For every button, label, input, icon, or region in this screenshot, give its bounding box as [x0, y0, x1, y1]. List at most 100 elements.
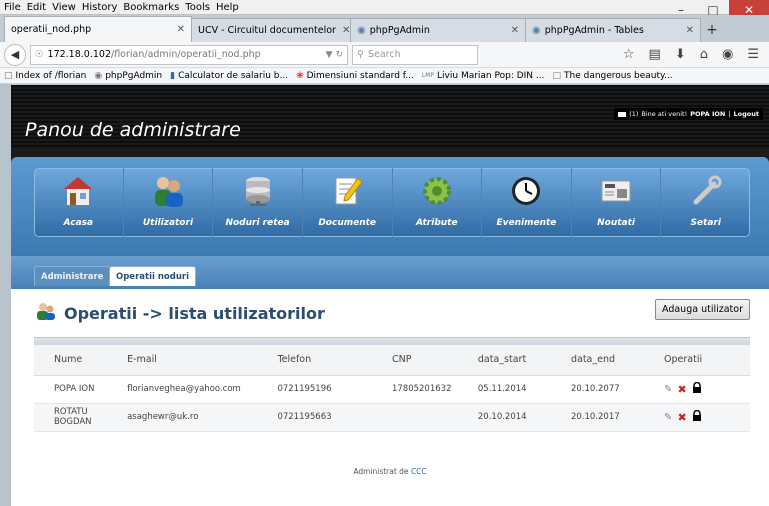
nav-item-atribute[interactable]: Atribute — [393, 168, 483, 237]
mail-icon[interactable] — [618, 111, 627, 117]
bookmark-item[interactable]: ▮ Calculator de salariu b... — [170, 71, 288, 81]
col-email[interactable]: E-mail — [127, 345, 278, 376]
logo-icon: ❀ — [296, 70, 304, 81]
cell-telefon: 0721195663 — [277, 403, 392, 432]
tab-phppgadmin[interactable]: ◉ phpPgAdmin ✕ — [350, 18, 526, 42]
main-menu: Acasa Utilizatori Noduri retea Documente… — [34, 168, 750, 237]
cell-nume: POPA ION — [34, 375, 128, 404]
clock-icon — [509, 174, 543, 208]
users-icon — [36, 302, 56, 324]
bookmarks-bar: □ Index of /florian ◉ phpPgAdmin ▮ Calculat… — [0, 68, 769, 84]
table-row: ROTATU BOGDAN asaghewr@uk.ro 0721195663 … — [34, 403, 750, 432]
nav-item-noduri-retea[interactable]: Noduri retea — [213, 168, 303, 237]
close-icon[interactable]: ✕ — [680, 25, 694, 36]
section-title-text: Operatii -> lista utilizatorilor — [64, 303, 325, 323]
tab-operatii-noduri[interactable]: Operatii noduri — [109, 266, 196, 286]
nav-item-acasa[interactable]: Acasa — [34, 168, 124, 237]
nav-label: Noutati — [597, 218, 635, 228]
home-icon — [61, 174, 95, 208]
bookmark-item[interactable]: □ Index of /florian — [4, 71, 86, 81]
home-icon[interactable]: ⌂ — [700, 47, 708, 62]
page-icon: □ — [552, 70, 561, 81]
bookmark-item[interactable]: LMP Liviu Marian Pop: DIN ... — [422, 71, 545, 81]
close-icon[interactable]: ✕ — [505, 25, 519, 36]
footer-link[interactable]: CCC — [411, 467, 427, 476]
bookmark-label: Dimensiuni standard f... — [306, 70, 414, 81]
logout-link[interactable]: Logout — [734, 110, 759, 118]
chat-icon[interactable]: ◉ — [722, 47, 733, 62]
new-tab-icon[interactable]: + — [700, 18, 724, 42]
add-user-button[interactable]: Adauga utilizator — [655, 299, 750, 320]
col-data-end[interactable]: data_end — [570, 345, 665, 376]
bookmark-item[interactable]: ◉ phpPgAdmin — [94, 71, 162, 81]
tab-label: operatii_nod.php — [11, 24, 92, 35]
reading-list-icon[interactable]: ▤ — [649, 47, 661, 62]
tab-label: phpPgAdmin - Tables — [544, 25, 644, 36]
edit-icon[interactable]: ✎ — [664, 412, 672, 423]
menu-icon[interactable]: ☰ — [747, 47, 759, 62]
menu-tools[interactable]: Tools — [185, 2, 210, 13]
elephant-icon: ◉ — [532, 25, 541, 36]
footer-text: Administrat de — [353, 467, 409, 476]
nav-item-utilizatori[interactable]: Utilizatori — [124, 168, 214, 237]
cell-cnp: 17805201632 — [391, 375, 478, 404]
col-telefon[interactable]: Telefon — [277, 345, 392, 376]
menu-bookmarks[interactable]: Bookmarks — [123, 2, 179, 13]
menu-file[interactable]: File — [4, 2, 21, 13]
lock-icon[interactable] — [692, 381, 702, 396]
nav-label: Setari — [690, 218, 721, 228]
cell-data-end: 20.10.2077 — [570, 375, 665, 404]
menu-edit[interactable]: Edit — [27, 2, 46, 13]
search-input[interactable]: ⚲ Search — [352, 44, 478, 65]
delete-icon[interactable]: ✖ — [677, 383, 686, 396]
url-host: 172.18.0.102 — [47, 49, 111, 60]
bookmark-label: Liviu Marian Pop: DIN ... — [437, 70, 545, 81]
nav-item-evenimente[interactable]: Evenimente — [482, 168, 572, 237]
page-icon: ▮ — [170, 70, 176, 81]
menu-help[interactable]: Help — [216, 2, 239, 13]
close-icon[interactable]: ✕ — [336, 25, 350, 36]
message-count[interactable]: (1) — [629, 110, 638, 118]
download-icon[interactable]: ⬇ — [675, 47, 686, 62]
page-content: Panou de administrare (1) Bine ati venit… — [11, 85, 769, 506]
cell-operatii: ✎ ✖ — [664, 403, 750, 432]
users-table-grid: Nume E-mail Telefon CNP data_start data_… — [34, 345, 750, 432]
tab-administrare[interactable]: Administrare — [34, 266, 111, 286]
bookmark-item[interactable]: □ The dangerous beauty... — [552, 71, 672, 81]
col-cnp[interactable]: CNP — [391, 345, 478, 376]
col-nume[interactable]: Nume — [34, 345, 128, 376]
bookmark-item[interactable]: ❀ Dimensiuni standard f... — [296, 71, 414, 81]
edit-icon[interactable]: ✎ — [664, 384, 672, 395]
cell-telefon: 0721195196 — [277, 375, 392, 404]
tab-operatii-nod[interactable]: operatii_nod.php ✕ — [4, 16, 192, 42]
bookmark-label: The dangerous beauty... — [564, 70, 673, 81]
nav-label: Noduri retea — [225, 218, 290, 228]
lock-icon[interactable] — [692, 409, 702, 424]
cell-nume: ROTATU BOGDAN — [34, 403, 128, 432]
elephant-icon: ◉ — [94, 70, 103, 81]
close-icon[interactable]: ✕ — [171, 24, 185, 35]
menu-view[interactable]: View — [52, 2, 76, 13]
tab-phppgadmin-tables[interactable]: ◉ phpPgAdmin - Tables ✕ — [525, 18, 701, 42]
nav-item-noutati[interactable]: Noutati — [572, 168, 662, 237]
delete-icon[interactable]: ✖ — [677, 411, 686, 424]
nav-label: Evenimente — [496, 218, 557, 228]
nav-item-documente[interactable]: Documente — [303, 168, 393, 237]
url-bar[interactable]: ☉ 172.18.0.102 /florian/admin/operatii_n… — [30, 44, 348, 65]
reload-icon[interactable]: ▼ ↻ — [326, 50, 343, 60]
star-icon[interactable]: ☆ — [623, 47, 635, 62]
cell-email: asaghewr@uk.ro — [127, 403, 278, 432]
tab-label: phpPgAdmin — [369, 25, 430, 36]
nav-item-setari[interactable]: Setari — [661, 168, 750, 237]
url-path: /florian/admin/operatii_nod.php — [111, 49, 261, 60]
tab-ucv[interactable]: UCV - Circuitul documentelor ✕ — [191, 18, 351, 42]
menu-history[interactable]: History — [82, 2, 118, 13]
col-operatii: Operatii — [664, 345, 750, 376]
main-content: Operatii -> lista utilizatorilor Adauga … — [11, 289, 769, 469]
page-title: Panou de administrare — [25, 119, 241, 141]
col-data-start[interactable]: data_start — [477, 345, 571, 376]
back-icon[interactable]: ◀ — [4, 43, 26, 66]
separator: | — [728, 110, 731, 118]
nav-label: Acasa — [63, 218, 94, 228]
cell-data-end: 20.10.2017 — [570, 403, 665, 432]
